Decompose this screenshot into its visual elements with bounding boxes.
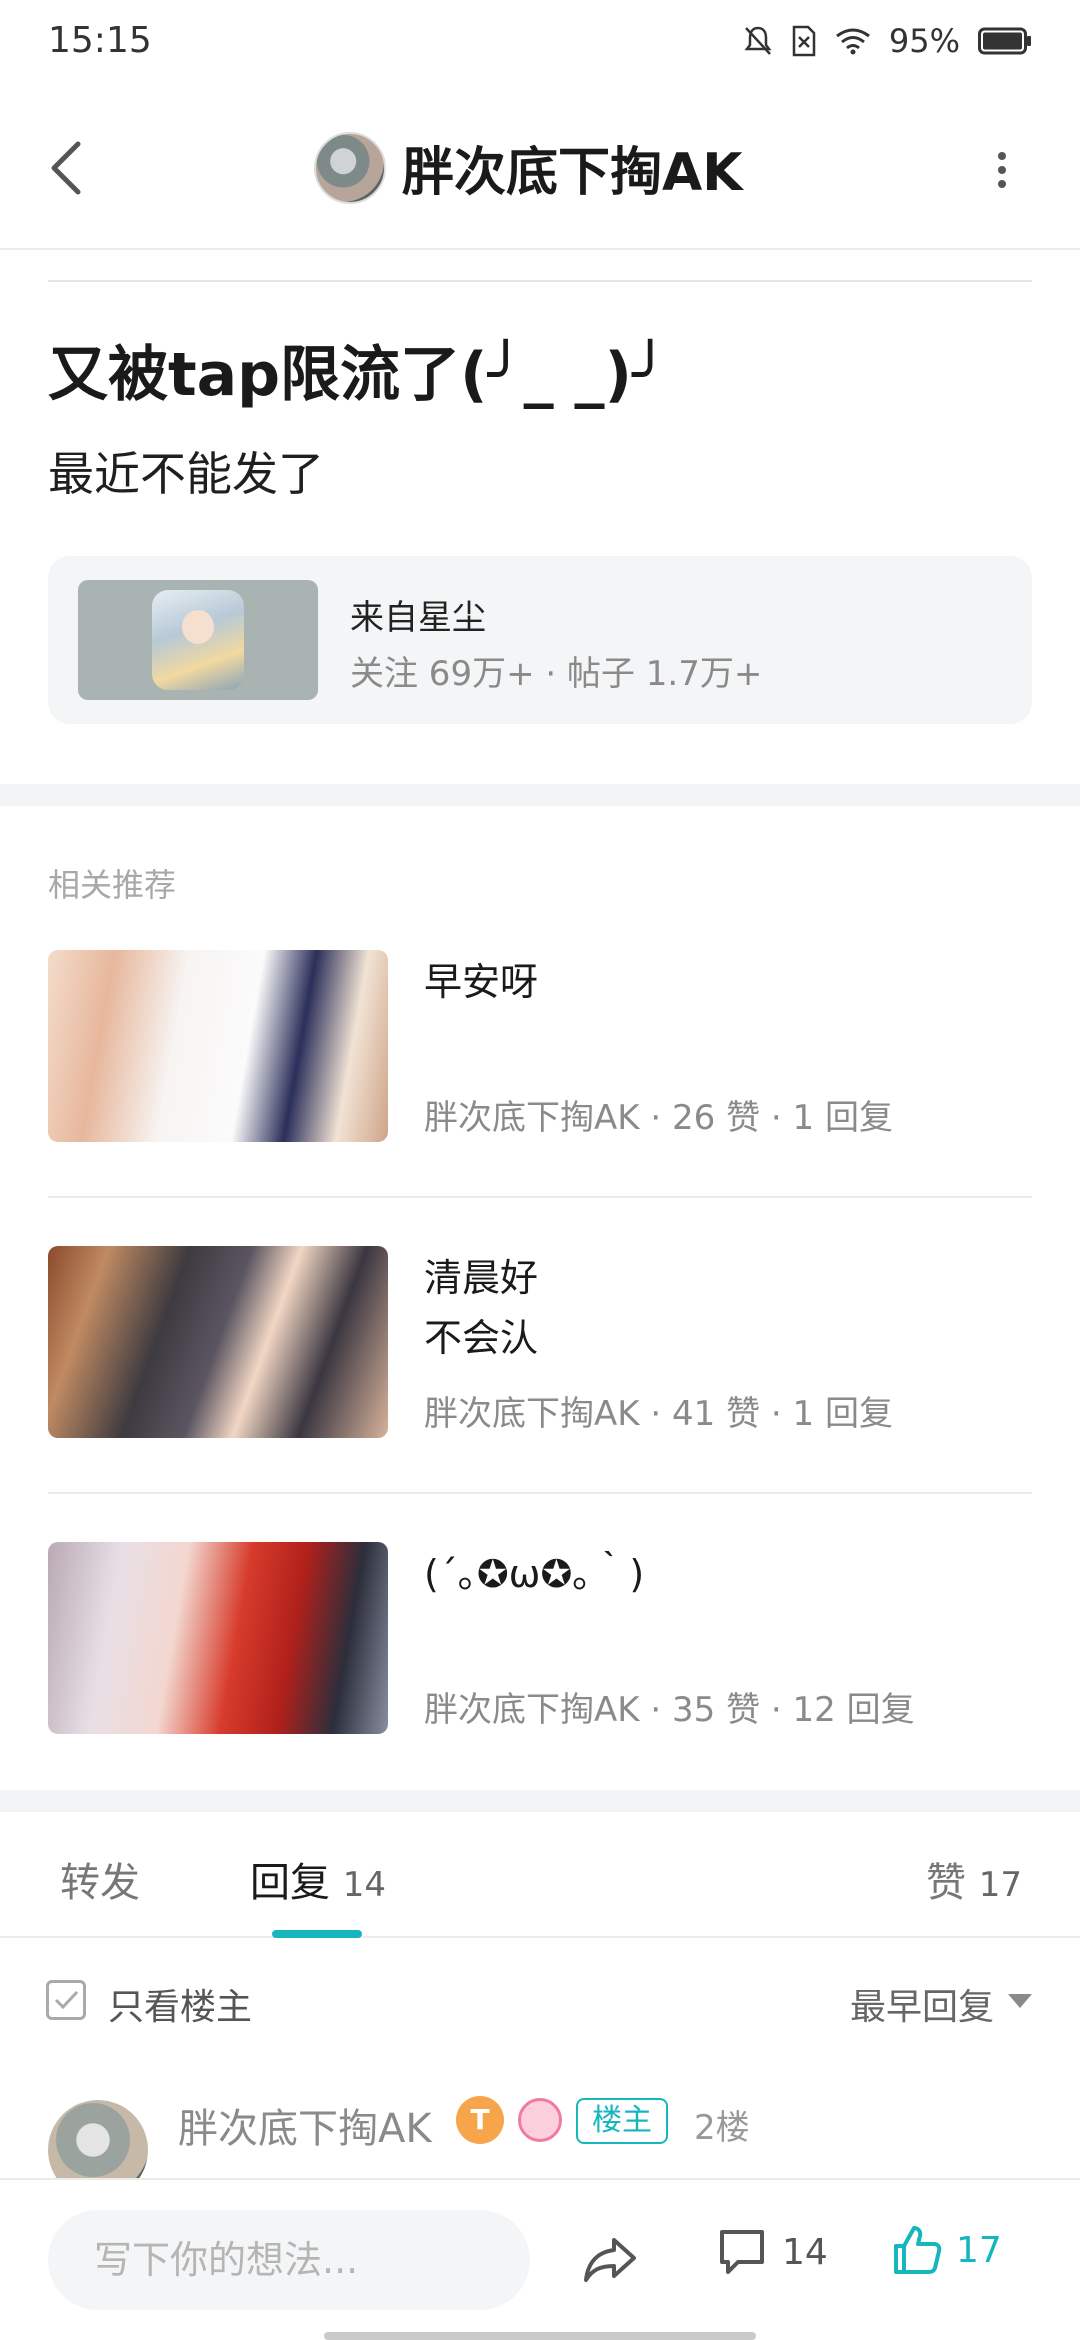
related-title: 早安呀 <box>424 960 539 1004</box>
board-thumbnail <box>78 580 318 700</box>
tab-like-label: 赞 <box>926 1860 967 1906</box>
related-meta: 胖次底下掏AK · 26 赞 · 1 回复 <box>424 1090 893 1139</box>
no-sim-icon <box>792 25 816 57</box>
tab-bar: 转发 回复 14 赞 17 <box>0 1818 1080 1938</box>
related-meta: 胖次底下掏AK · 35 赞 · 12 回复 <box>424 1682 915 1731</box>
related-author: 胖次底下掏AK <box>424 1394 640 1434</box>
like-button[interactable]: 17 <box>890 2224 1002 2276</box>
related-author: 胖次底下掏AK <box>424 1098 640 1138</box>
home-indicator[interactable] <box>324 2332 756 2340</box>
reply-button[interactable]: 14 <box>716 2226 828 2278</box>
more-vertical-icon[interactable] <box>992 150 1012 190</box>
meta-dot: · <box>770 1394 793 1434</box>
related-author: 胖次底下掏AK <box>424 1690 640 1730</box>
related-item[interactable]: 清晨好 不会汄 胖次底下掏AK · 41 赞 · 1 回复 <box>48 1246 1032 1442</box>
related-title: 清晨好 不会汄 <box>424 1256 539 1360</box>
post-title: 又被tap限流了(╯_ _)╯ <box>48 340 669 410</box>
reply-count: 14 <box>782 2231 828 2273</box>
thumbs-up-icon <box>894 2226 942 2274</box>
tab-reply-count: 14 <box>342 1865 386 1905</box>
battery-percent: 95% <box>888 22 960 60</box>
author-avatar[interactable] <box>314 131 386 204</box>
tab-reply-label: 回复 <box>250 1860 330 1906</box>
fan-badge-icon <box>518 2098 562 2142</box>
wifi-icon <box>835 28 870 55</box>
divider <box>48 1196 1032 1198</box>
active-tab-indicator <box>272 1930 362 1938</box>
tab-forward[interactable]: 转发 <box>60 1850 140 1908</box>
status-bar: 15:15 95% <box>0 0 1080 86</box>
meta-dot: · <box>770 1098 793 1138</box>
status-icons: 95% <box>743 22 1032 60</box>
tab-like-count: 17 <box>978 1865 1022 1905</box>
related-replies: 1 回复 <box>792 1098 893 1138</box>
related-item[interactable]: (´｡✪ω✪｡｀) 胖次底下掏AK · 35 赞 · 12 回复 <box>48 1542 1032 1738</box>
section-separator <box>0 1790 1080 1812</box>
board-name: 来自星尘 <box>350 598 486 638</box>
meta-dot: · <box>650 1394 672 1434</box>
back-arrow-icon[interactable] <box>40 136 96 200</box>
tab-reply[interactable]: 回复 14 <box>250 1850 386 1908</box>
owner-badge: 楼主 <box>576 2098 668 2144</box>
source-board-card[interactable]: 来自星尘 关注 69万+ · 帖子 1.7万+ <box>48 556 1032 724</box>
only-op-label[interactable]: 只看楼主 <box>108 1978 252 2030</box>
section-separator <box>0 784 1080 806</box>
related-meta: 胖次底下掏AK · 41 赞 · 1 回复 <box>424 1386 893 1435</box>
caret-down-icon[interactable] <box>1008 1994 1032 2008</box>
post-body: 最近不能发了 <box>48 447 324 501</box>
meta-dot: · <box>770 1690 793 1730</box>
reply-author[interactable]: 胖次底下掏AK <box>178 2096 432 2154</box>
related-thumbnail <box>48 1246 388 1438</box>
related-replies: 12 回复 <box>792 1690 915 1730</box>
related-likes: 35 赞 <box>672 1690 761 1730</box>
meta-dot: · <box>650 1690 672 1730</box>
floor-label: 2楼 <box>694 2108 750 2148</box>
related-thumbnail <box>48 950 388 1142</box>
level-badge: T <box>456 2096 504 2144</box>
bottom-action-bar: 14 17 <box>0 2178 1080 2340</box>
related-heading: 相关推荐 <box>48 866 177 904</box>
share-icon[interactable] <box>580 2230 640 2290</box>
related-title: (´｡✪ω✪｡｀) <box>424 1552 645 1596</box>
status-time: 15:15 <box>48 20 152 61</box>
board-icon-face <box>182 610 214 644</box>
comment-input[interactable] <box>48 2210 530 2310</box>
related-likes: 41 赞 <box>672 1394 761 1434</box>
tab-like[interactable]: 赞 17 <box>926 1850 1022 1908</box>
like-count: 17 <box>956 2229 1002 2271</box>
checkmark-icon <box>54 1990 79 2010</box>
divider <box>48 1492 1032 1494</box>
related-likes: 26 赞 <box>672 1098 761 1138</box>
divider <box>48 280 1032 282</box>
nav-author[interactable]: 胖次底下掏AK <box>314 130 743 205</box>
sort-dropdown[interactable]: 最早回复 <box>850 1978 994 2030</box>
tab-forward-label: 转发 <box>60 1860 140 1906</box>
meta-dot: · <box>650 1098 672 1138</box>
related-thumbnail <box>48 1542 388 1734</box>
board-stats: 关注 69万+ · 帖子 1.7万+ <box>350 654 763 694</box>
related-item[interactable]: 早安呀 胖次底下掏AK · 26 赞 · 1 回复 <box>48 950 1032 1146</box>
related-replies: 1 回复 <box>792 1394 893 1434</box>
only-op-checkbox[interactable] <box>46 1980 86 2020</box>
nav-title: 胖次底下掏AK <box>402 143 743 203</box>
battery-icon <box>978 27 1031 55</box>
mute-bell-icon <box>744 26 772 55</box>
top-nav: 胖次底下掏AK <box>0 86 1080 250</box>
comment-icon <box>720 2230 764 2274</box>
